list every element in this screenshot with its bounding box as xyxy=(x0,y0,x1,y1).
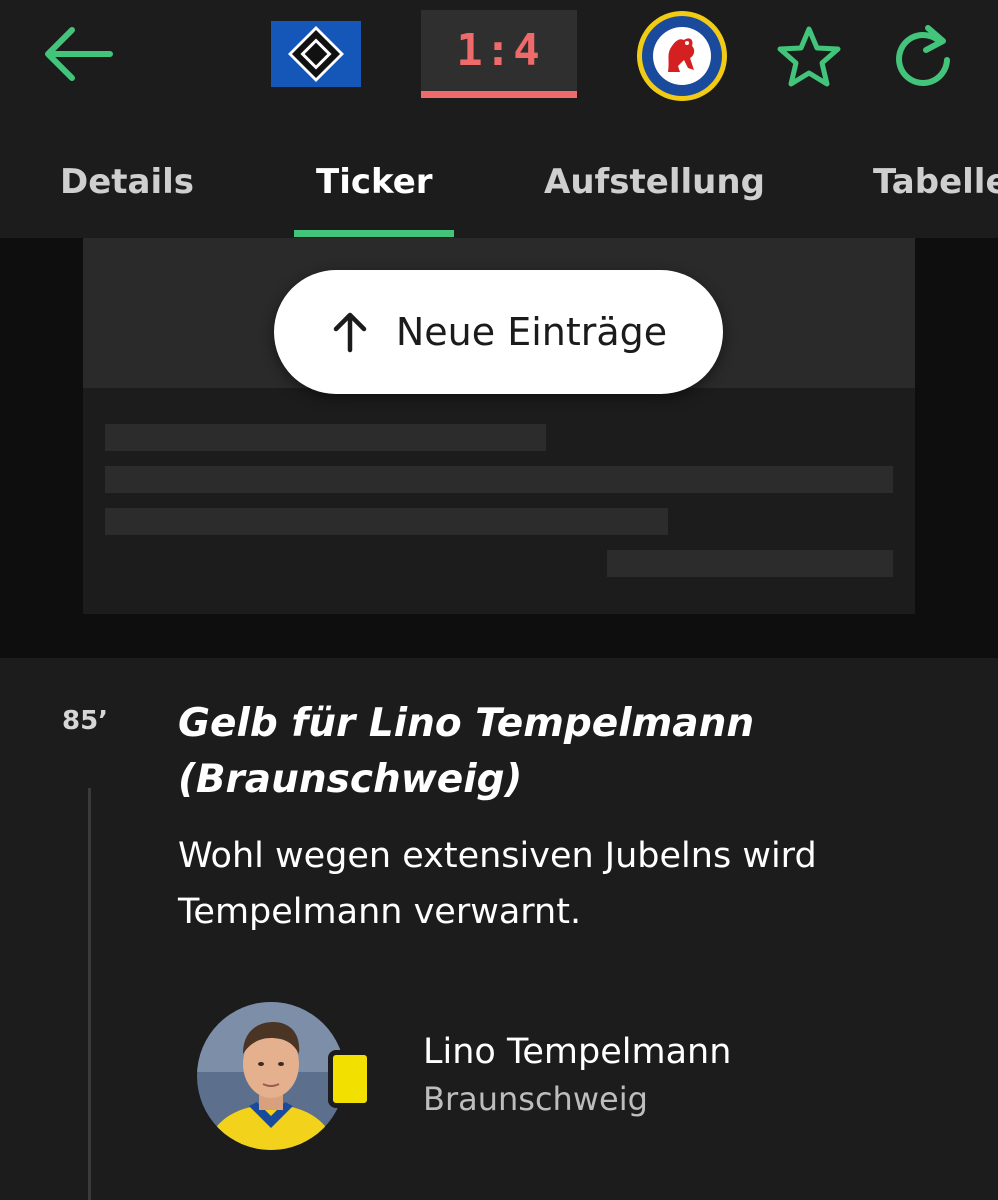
tab-aufstellung[interactable]: Aufstellung xyxy=(544,162,765,202)
skeleton-line xyxy=(105,466,893,493)
skeleton-line xyxy=(105,424,546,451)
entry-minute: 85’ xyxy=(62,706,109,736)
score-text: 1:4 xyxy=(456,25,542,76)
back-button[interactable] xyxy=(40,22,116,86)
refresh-button[interactable] xyxy=(888,22,958,92)
refresh-icon xyxy=(896,25,950,86)
star-outline-icon xyxy=(777,26,841,87)
hsv-crest-icon xyxy=(271,21,361,87)
away-team-crest[interactable] xyxy=(636,10,728,102)
skeleton-line xyxy=(607,550,893,577)
arrow-left-icon xyxy=(45,27,113,81)
yellow-card-icon xyxy=(328,1050,372,1108)
home-team-crest[interactable] xyxy=(271,21,361,87)
tab-ticker[interactable]: Ticker xyxy=(316,162,433,202)
active-tab-indicator xyxy=(294,230,454,237)
tab-details[interactable]: Details xyxy=(60,162,194,202)
braunschweig-crest-icon xyxy=(637,11,727,101)
new-entries-label: Neue Einträge xyxy=(395,310,668,354)
match-header: 1:4 Details Ticker Aufstellung Tabelle xyxy=(0,0,998,238)
entry-body: Wohl wegen extensiven Jubelns wird Tempe… xyxy=(178,836,817,932)
skeleton-line xyxy=(105,508,668,535)
match-tabs: Details Ticker Aufstellung Tabelle xyxy=(0,140,998,238)
score-display: 1:4 xyxy=(421,10,577,98)
player-name[interactable]: Lino Tempelmann xyxy=(423,1032,731,1072)
tab-tabelle[interactable]: Tabelle xyxy=(873,162,998,202)
timeline-line xyxy=(88,788,91,1200)
player-team: Braunschweig xyxy=(423,1080,648,1118)
player-photo xyxy=(197,1002,345,1150)
new-entries-button[interactable]: Neue Einträge xyxy=(274,270,723,394)
favorite-button[interactable] xyxy=(776,24,842,90)
arrow-up-icon xyxy=(333,312,367,353)
entry-title: Gelb für Lino Tempelmann (Braunschweig) xyxy=(178,701,755,802)
player-avatar[interactable] xyxy=(197,1002,345,1150)
